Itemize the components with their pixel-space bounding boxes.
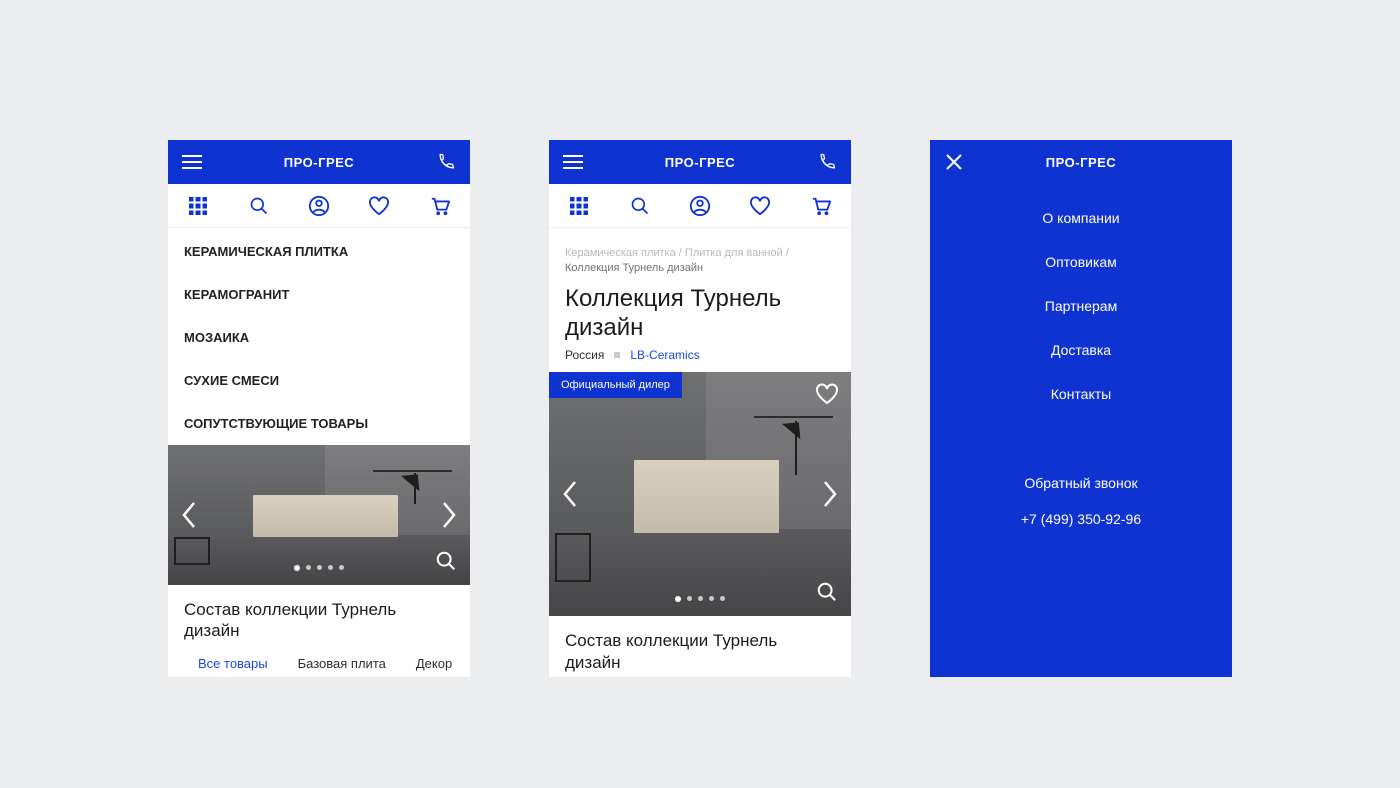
phone-icon[interactable] bbox=[815, 150, 839, 174]
tab-all[interactable]: Все товары bbox=[198, 656, 268, 671]
breadcrumb: Керамическая плитка / Плитка для ванной … bbox=[549, 228, 851, 285]
favorite-button[interactable] bbox=[813, 380, 841, 408]
brand-title: ПРО-ГРЕС bbox=[665, 155, 735, 170]
phone-icon[interactable] bbox=[434, 150, 458, 174]
menu-item-delivery[interactable]: Доставка bbox=[1051, 328, 1111, 372]
topbar: ПРО-ГРЕС bbox=[549, 140, 851, 184]
menu-footer: Обратный звонок +7 (499) 350-92-96 bbox=[930, 475, 1232, 527]
product-meta: Россия LB-Ceramics bbox=[549, 348, 851, 372]
breadcrumb-current: Коллекция Турнель дизайн bbox=[565, 262, 703, 274]
country-label: Россия bbox=[565, 348, 604, 362]
carousel-dots[interactable] bbox=[675, 596, 725, 602]
phone-number[interactable]: +7 (499) 350-92-96 bbox=[1021, 511, 1141, 527]
chevron-left-icon[interactable] bbox=[174, 500, 204, 530]
menu-topbar: ПРО-ГРЕС bbox=[930, 140, 1232, 184]
toolbar bbox=[549, 184, 851, 228]
heart-icon[interactable] bbox=[367, 194, 391, 218]
search-icon[interactable] bbox=[247, 194, 271, 218]
category-item[interactable]: СУХИЕ СМЕСИ bbox=[168, 359, 470, 402]
menu-item-about[interactable]: О компании bbox=[1042, 196, 1119, 240]
section-heading: Состав коллекции Турнель дизайн bbox=[549, 616, 851, 677]
product-tabs: Все товары Базовая плита Декор bbox=[168, 652, 470, 678]
carousel-dots[interactable] bbox=[294, 565, 344, 571]
toolbar bbox=[168, 184, 470, 228]
menu-list: О компании Оптовикам Партнерам Доставка … bbox=[930, 196, 1232, 416]
category-item[interactable]: КЕРАМИЧЕСКАЯ ПЛИТКА bbox=[168, 230, 470, 273]
collection-section: Состав коллекции Турнель дизайн Все това… bbox=[168, 585, 470, 677]
section-heading: Состав коллекции Турнель дизайн bbox=[168, 585, 470, 652]
mobile-screen-categories: ПРО-ГРЕС КЕРАМИЧЕСКАЯ ПЛИТКА bbox=[168, 140, 470, 677]
chevron-left-icon[interactable] bbox=[555, 479, 585, 509]
mobile-screen-product: ПРО-ГРЕС Керамическая пли bbox=[549, 140, 851, 677]
search-icon[interactable] bbox=[628, 194, 652, 218]
product-hero-image bbox=[168, 445, 470, 585]
cart-icon[interactable] bbox=[428, 194, 452, 218]
category-dropdown: КЕРАМИЧЕСКАЯ ПЛИТКА КЕРАМОГРАНИТ МОЗАИКА… bbox=[168, 228, 470, 453]
product-content: Керамическая плитка / Плитка для ванной … bbox=[549, 228, 851, 677]
callback-link[interactable]: Обратный звонок bbox=[1024, 475, 1137, 491]
brand-link[interactable]: LB-Ceramics bbox=[630, 348, 699, 362]
zoom-icon[interactable] bbox=[432, 547, 460, 575]
dealer-badge: Официальный дилер bbox=[549, 372, 682, 398]
account-icon[interactable] bbox=[688, 194, 712, 218]
category-item[interactable]: КЕРАМОГРАНИТ bbox=[168, 273, 470, 316]
tab-base[interactable]: Базовая плита bbox=[298, 656, 386, 671]
hamburger-icon[interactable] bbox=[561, 150, 585, 174]
mobile-screen-menu: ПРО-ГРЕС О компании Оптовикам Партнерам … bbox=[930, 140, 1232, 677]
separator-icon bbox=[614, 352, 620, 358]
close-icon[interactable] bbox=[942, 150, 966, 174]
category-item[interactable]: СОПУТСТВУЮЩИЕ ТОВАРЫ bbox=[168, 402, 470, 445]
hamburger-icon[interactable] bbox=[180, 150, 204, 174]
zoom-icon[interactable] bbox=[813, 578, 841, 606]
cart-icon[interactable] bbox=[809, 194, 833, 218]
chevron-right-icon[interactable] bbox=[815, 479, 845, 509]
menu-item-contacts[interactable]: Контакты bbox=[1051, 372, 1111, 416]
page-title: Коллекция Турнель дизайн bbox=[549, 285, 851, 349]
product-hero-image: Официальный дилер bbox=[549, 372, 851, 616]
heart-icon[interactable] bbox=[748, 194, 772, 218]
account-icon[interactable] bbox=[307, 194, 331, 218]
tab-decor[interactable]: Декор bbox=[416, 656, 452, 671]
catalog-grid-icon[interactable] bbox=[567, 194, 591, 218]
catalog-grid-icon[interactable] bbox=[186, 194, 210, 218]
chevron-right-icon[interactable] bbox=[434, 500, 464, 530]
brand-title: ПРО-ГРЕС bbox=[284, 155, 354, 170]
topbar: ПРО-ГРЕС bbox=[168, 140, 470, 184]
breadcrumb-link[interactable]: Плитка для ванной bbox=[685, 247, 783, 259]
category-item[interactable]: МОЗАИКА bbox=[168, 316, 470, 359]
brand-title: ПРО-ГРЕС bbox=[1046, 155, 1116, 170]
breadcrumb-link[interactable]: Керамическая плитка bbox=[565, 247, 676, 259]
menu-item-partners[interactable]: Партнерам bbox=[1045, 284, 1117, 328]
menu-item-wholesale[interactable]: Оптовикам bbox=[1045, 240, 1117, 284]
